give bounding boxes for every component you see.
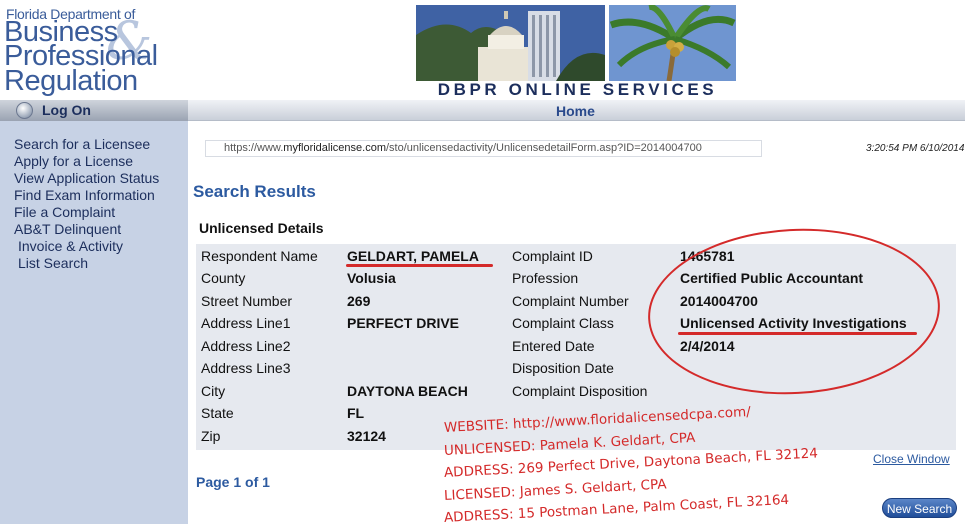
field-label-complaint-number: Complaint Number	[512, 293, 629, 309]
field-label-entered-date: Entered Date	[512, 338, 595, 354]
sidebar-item-search-licensee[interactable]: Search for a Licensee	[14, 136, 159, 153]
sidebar-item-invoice-activity[interactable]: Invoice & Activity	[14, 238, 159, 255]
sidebar-item-application-status[interactable]: View Application Status	[14, 170, 159, 187]
field-label-city: City	[201, 383, 226, 399]
logon-link[interactable]: Log On	[42, 102, 91, 118]
field-label-zip: Zip	[201, 428, 221, 444]
field-value-county: Volusia	[347, 270, 396, 286]
new-search-button[interactable]: New Search	[882, 498, 957, 518]
capitol-building-image	[416, 5, 605, 81]
field-label-respondent-name: Respondent Name	[201, 248, 318, 264]
sidebar-item-abt-delinquent[interactable]: AB&T Delinquent	[14, 221, 159, 238]
close-window-link[interactable]: Close Window	[873, 452, 950, 466]
logon-button-icon[interactable]	[16, 102, 33, 119]
field-value-zip: 32124	[347, 428, 386, 444]
sidebar-item-list-search[interactable]: List Search	[14, 255, 159, 272]
annotation-underline-name	[346, 264, 493, 267]
sidebar-item-apply-license[interactable]: Apply for a License	[14, 153, 159, 170]
field-label-state: State	[201, 405, 234, 421]
section-label: Unlicensed Details	[199, 220, 324, 236]
field-value-address-line1: PERFECT DRIVE	[347, 315, 460, 331]
dbpr-logo[interactable]: & Florida Department of Business Profess…	[4, 6, 184, 96]
palm-tree-image	[609, 5, 736, 81]
url-bar[interactable]: https://www.myfloridalicense.com/sto/unl…	[205, 140, 762, 157]
field-value-city: DAYTONA BEACH	[347, 383, 468, 399]
field-value-street-number: 269	[347, 293, 371, 309]
sidebar-item-exam-information[interactable]: Find Exam Information	[14, 187, 159, 204]
logo-line-4: Regulation	[4, 65, 138, 97]
field-label-profession: Profession	[512, 270, 579, 286]
url-path: /sto/unlicensedactivity/UnlicensedetailF…	[386, 142, 702, 154]
field-label-address-line1: Address Line1	[201, 315, 291, 331]
field-label-complaint-class: Complaint Class	[512, 315, 614, 331]
field-label-street-number: Street Number	[201, 293, 293, 309]
url-domain: myfloridalicense.com	[283, 142, 386, 154]
home-link[interactable]: Home	[556, 103, 595, 119]
sidebar-item-file-complaint[interactable]: File a Complaint	[14, 204, 159, 221]
field-label-complaint-id: Complaint ID	[512, 248, 593, 264]
banner-title: DBPR ONLINE SERVICES	[437, 80, 718, 99]
page-indicator: Page 1 of 1	[196, 474, 270, 490]
field-label-complaint-disposition: Complaint Disposition	[512, 383, 648, 399]
page-timestamp: 3:20:54 PM 6/10/2014	[866, 143, 965, 154]
field-value-state: FL	[347, 405, 365, 421]
field-label-address-line2: Address Line2	[201, 338, 291, 354]
page-title: Search Results	[193, 182, 316, 201]
field-value-respondent-name: GELDART, PAMELA	[347, 248, 479, 264]
field-label-address-line3: Address Line3	[201, 360, 291, 376]
field-label-disposition-date: Disposition Date	[512, 360, 614, 376]
field-label-county: County	[201, 270, 246, 286]
sidebar-nav: Search for a Licensee Apply for a Licens…	[14, 136, 159, 272]
url-prefix: https://www.	[224, 142, 284, 154]
